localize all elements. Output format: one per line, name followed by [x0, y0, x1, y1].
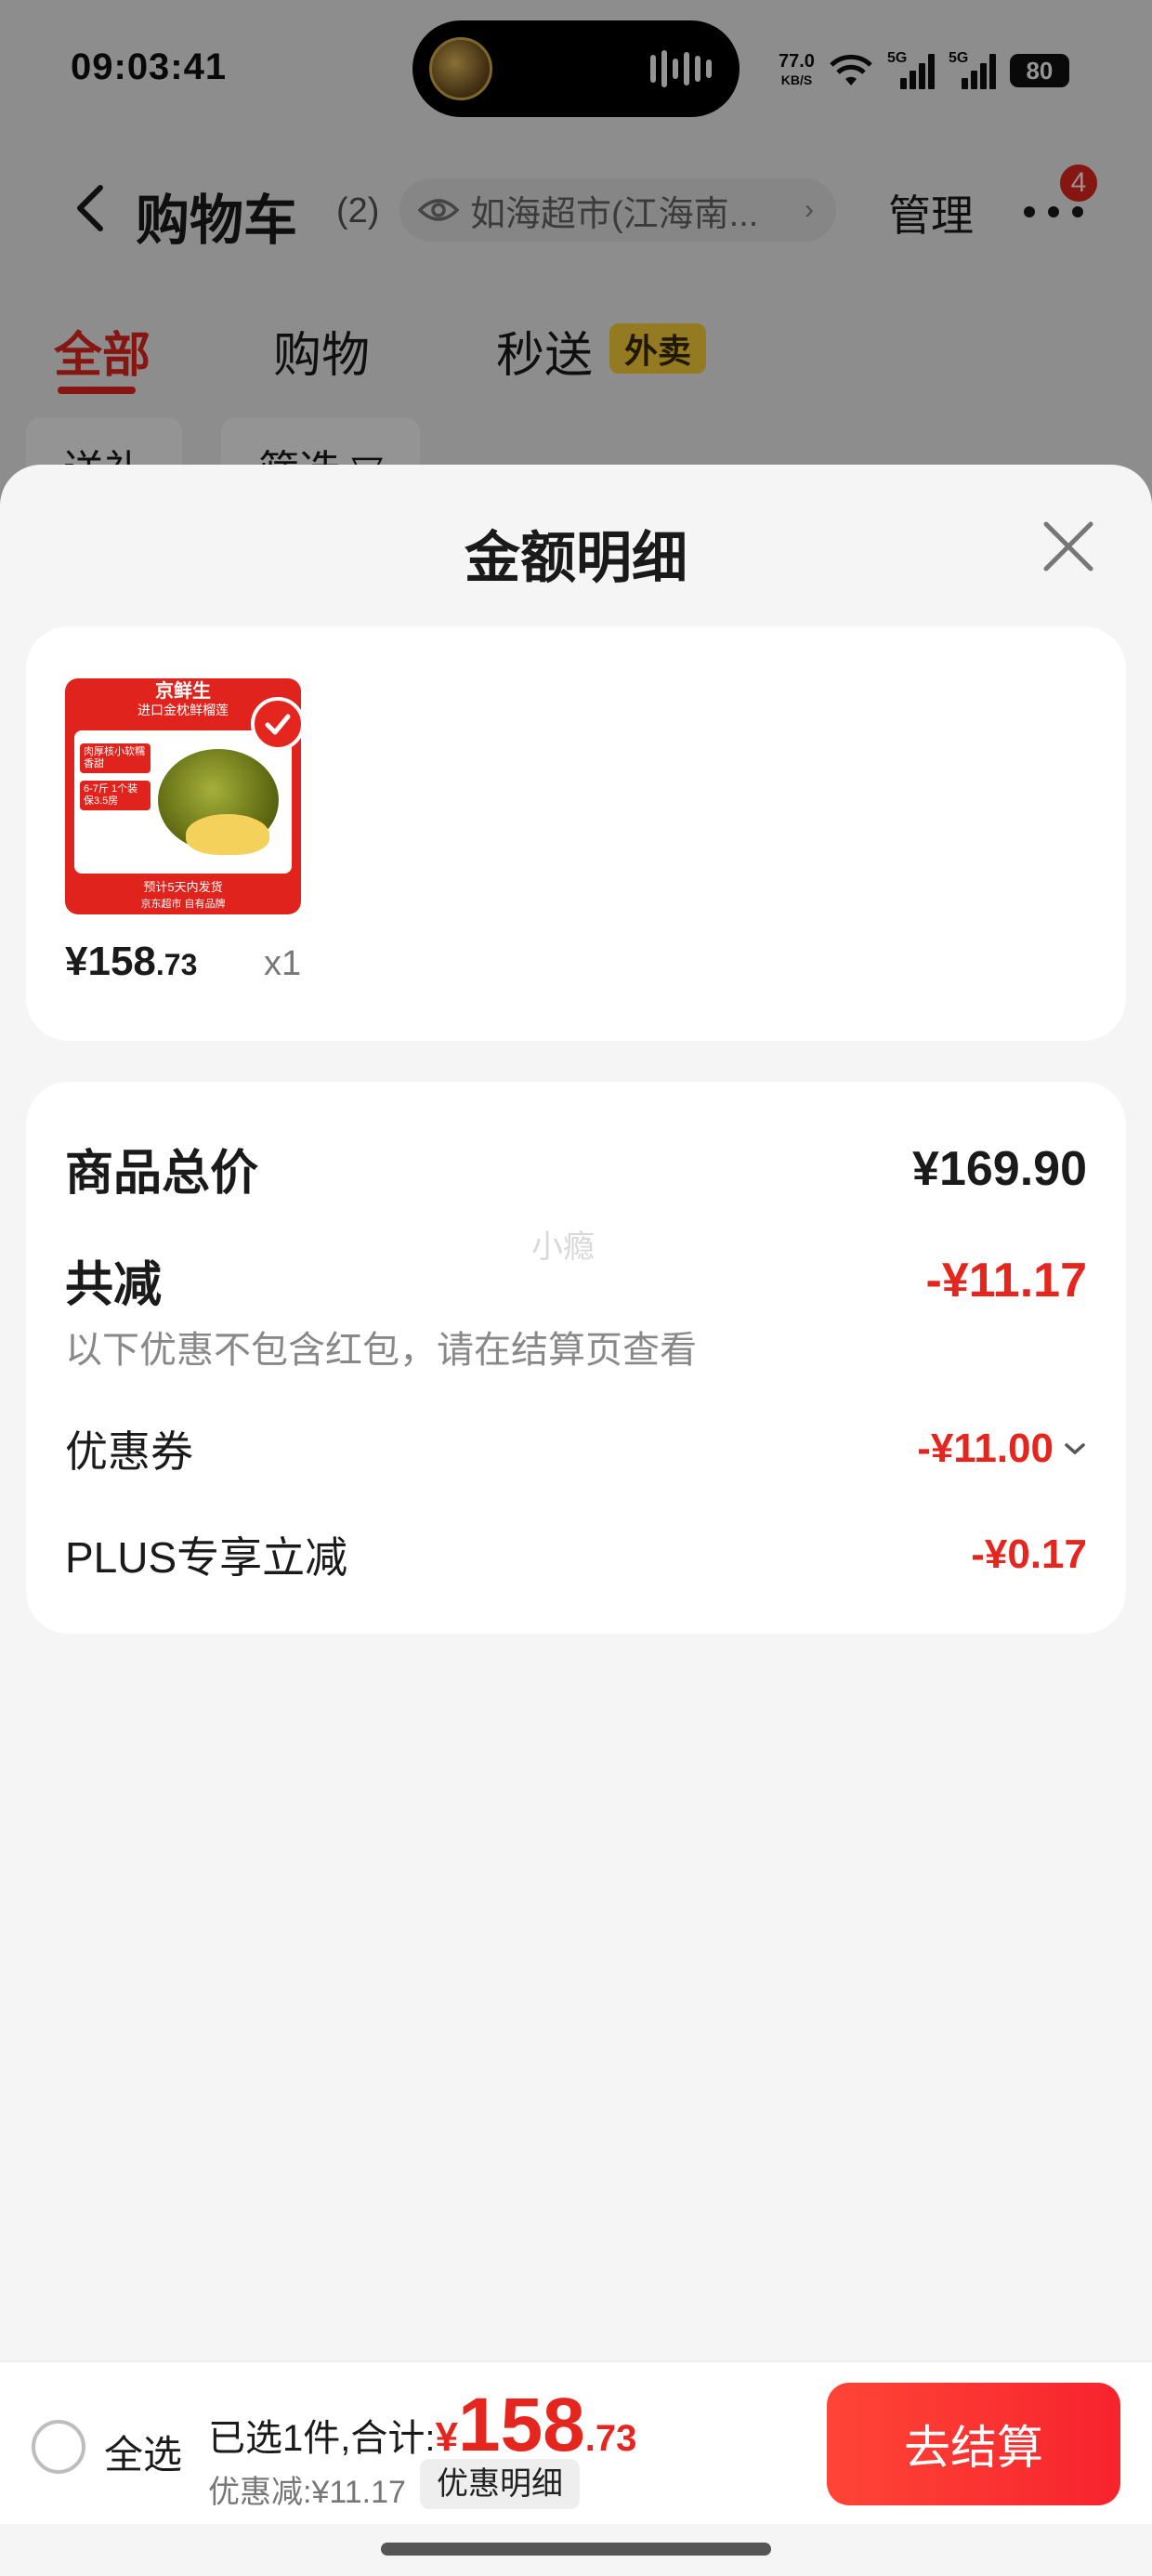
total-reduce-row: 共减 -¥11.17	[65, 1245, 1087, 1315]
checkout-button[interactable]: 去结算	[827, 2383, 1120, 2505]
plus-discount-value: -¥0.17	[971, 1531, 1087, 1577]
select-all-radio[interactable]	[32, 2420, 85, 2474]
thumb-footer: 预计5天内发货 京东超市 自有品牌	[140, 880, 226, 910]
coupon-value: -¥11.00	[917, 1426, 1054, 1471]
check-icon	[251, 697, 301, 751]
total-price-value: ¥169.90	[912, 1141, 1087, 1196]
product-thumbnail[interactable]: 京鲜生 进口金枕鲜榴莲 肉厚核小软糯香甜 6-7斤 1个装 保3.5房 预计5天内…	[65, 678, 301, 914]
discount-summary: 优惠减:¥11.17	[208, 2475, 406, 2510]
total-currency: ¥	[435, 2414, 458, 2460]
durian-flesh-image	[186, 814, 269, 855]
thumb-tags: 肉厚核小软糯香甜 6-7斤 1个装 保3.5房	[80, 743, 151, 818]
chevron-down-icon	[1065, 1443, 1085, 1455]
selected-total: 已选1件,合计: ¥ 158 .73	[208, 2383, 637, 2467]
coupon-row[interactable]: 优惠券 -¥11.00	[65, 1418, 1087, 1479]
total-price-row: 商品总价 ¥169.90	[65, 1134, 1087, 1203]
total-reduce-value: -¥11.17	[925, 1253, 1088, 1308]
discount-detail-button[interactable]: 优惠明细	[420, 2459, 580, 2509]
coupon-label: 优惠券	[65, 1427, 193, 1476]
close-icon[interactable]	[1041, 519, 1096, 574]
item-quantity: x1	[264, 944, 302, 983]
plus-discount-row: PLUS专享立减 -¥0.17	[65, 1524, 1087, 1585]
checkout-bar: 全选 已选1件,合计: ¥ 158 .73 优惠减:¥11.17 优惠明细 去结…	[0, 2360, 1152, 2524]
item-price: ¥158.73	[65, 939, 198, 984]
amount-detail-sheet: 金额明细 京鲜生 进口金枕鲜榴莲 肉厚核小软糯香甜 6-7斤 1个装 保3.5房 …	[0, 465, 1152, 2576]
item-card: 京鲜生 进口金枕鲜榴莲 肉厚核小软糯香甜 6-7斤 1个装 保3.5房 预计5天内…	[26, 626, 1126, 1041]
summary-card: 商品总价 ¥169.90 小瘾 共减 -¥11.17 以下优惠不包含红包，请在结…	[26, 1082, 1126, 1634]
plus-discount-label: PLUS专享立减	[65, 1533, 348, 1582]
total-reduce-label: 共减	[65, 1258, 163, 1312]
select-all-label[interactable]: 全选	[104, 2424, 182, 2480]
total-price-label: 商品总价	[65, 1147, 259, 1201]
home-indicator[interactable]	[381, 2543, 771, 2556]
selected-total-label: 已选1件,合计:	[208, 2418, 436, 2459]
discount-note: 以下优惠不包含红包，请在结算页查看	[65, 1330, 697, 1371]
sheet-title: 金额明细	[465, 527, 687, 589]
total-decimal: .73	[584, 2418, 637, 2459]
total-integer: 158	[457, 2383, 585, 2467]
thumb-image-area: 肉厚核小软糯香甜 6-7斤 1个装 保3.5房	[74, 730, 292, 874]
